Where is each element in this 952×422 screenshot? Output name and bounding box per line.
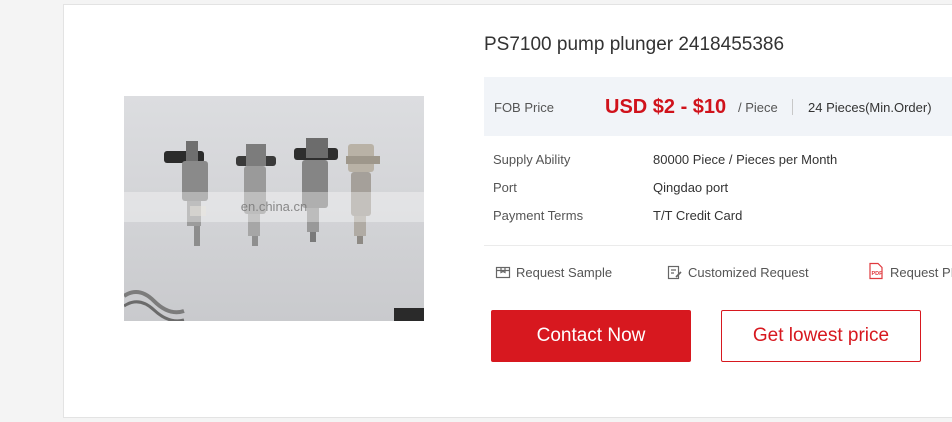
payment-terms-value: T/T Credit Card: [653, 208, 743, 223]
supply-ability-value: 80000 Piece / Pieces per Month: [653, 152, 838, 167]
price-value: USD $2 - $10: [605, 96, 727, 118]
price-unit: / Piece: [738, 100, 778, 115]
supply-ability-label: Supply Ability: [493, 152, 571, 167]
price-band: FOB Price USD $2 - $10 / Piece 24 Pieces…: [484, 77, 952, 136]
edit-form-icon: [667, 264, 683, 283]
pdf-icon: PDF: [867, 262, 885, 283]
get-lowest-price-button[interactable]: Get lowest price: [721, 310, 921, 362]
request-pdf-label: Request PDF: [890, 265, 952, 280]
product-title: PS7100 pump plunger 2418455386: [484, 34, 785, 55]
svg-text:PDF: PDF: [872, 271, 884, 277]
customized-request-link[interactable]: Customized Request: [667, 264, 809, 282]
min-order: 24 Pieces(Min.Order): [808, 100, 932, 115]
port-value: Qingdao port: [653, 180, 729, 195]
section-divider: [484, 245, 952, 246]
request-pdf-link[interactable]: PDF Request PDF: [867, 262, 952, 280]
request-sample-link[interactable]: Request Sample: [495, 264, 612, 282]
image-watermark: en.china.cn: [124, 192, 424, 222]
fob-price-label: FOB Price: [494, 100, 554, 115]
port-label: Port: [493, 180, 517, 195]
contact-now-button[interactable]: Contact Now: [491, 310, 691, 362]
customized-request-label: Customized Request: [688, 265, 809, 280]
price-separator: [792, 99, 793, 115]
payment-terms-label: Payment Terms: [493, 208, 584, 223]
sample-box-icon: [495, 264, 511, 283]
product-image[interactable]: en.china.cn: [124, 96, 424, 321]
request-sample-label: Request Sample: [516, 265, 613, 280]
